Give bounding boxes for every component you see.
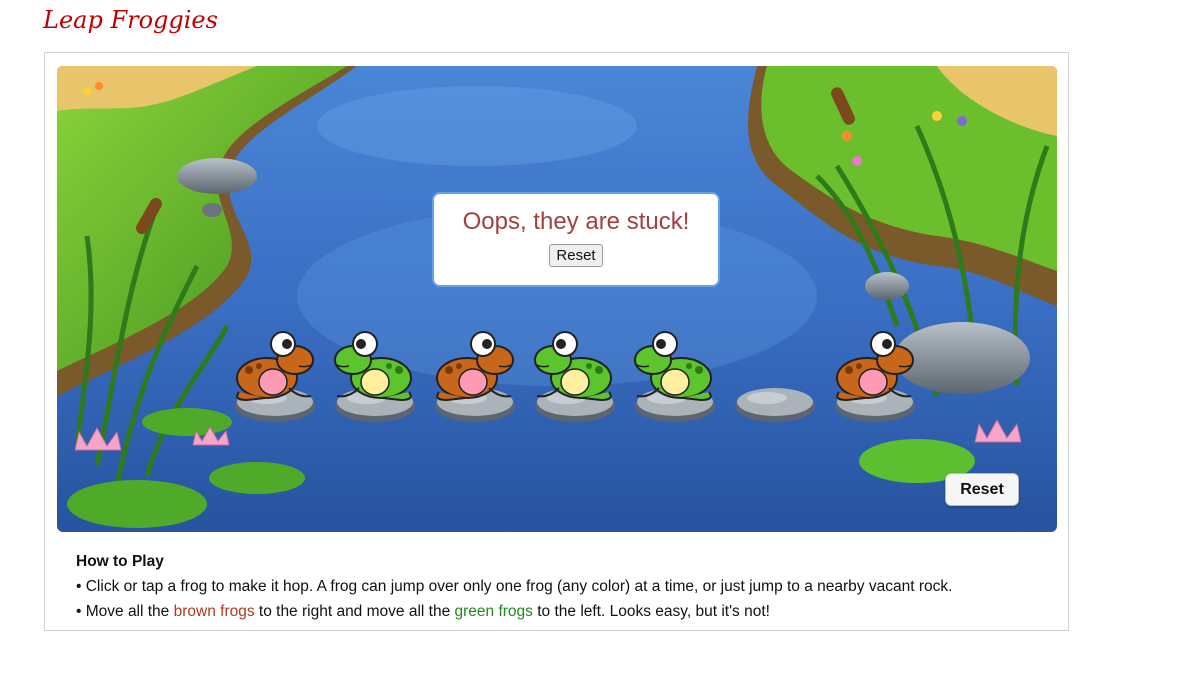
reset-button[interactable]: Reset (945, 473, 1019, 506)
brown-frogs-text: brown frogs (173, 603, 255, 620)
stone-rock (735, 388, 815, 422)
dialog-reset-button[interactable]: Reset (549, 244, 603, 267)
game-frame: Oops, they are stuck! Reset Reset How to… (44, 52, 1069, 631)
stone-2[interactable] (333, 326, 417, 426)
instruction-text: to the right and move all the (254, 603, 455, 620)
green-frog[interactable] (629, 326, 719, 406)
brown-frog[interactable] (229, 326, 319, 406)
stuck-message: Oops, they are stuck! (462, 208, 690, 235)
how-to-play: How to Play • Click or tap a frog to mak… (76, 549, 1056, 624)
brown-frog[interactable] (429, 326, 519, 406)
stone-3[interactable] (433, 326, 517, 426)
instruction-line-2: • Move all the brown frogs to the right … (76, 599, 1056, 624)
green-frog[interactable] (529, 326, 619, 406)
pond-scene (57, 66, 1057, 532)
stuck-dialog: Oops, they are stuck! Reset (432, 192, 720, 287)
stone-5[interactable] (633, 326, 717, 426)
stone-7[interactable] (833, 326, 917, 426)
green-frogs-text: green frogs (454, 603, 533, 620)
green-frog[interactable] (329, 326, 419, 406)
game-area: Oops, they are stuck! Reset Reset (57, 66, 1057, 532)
how-to-play-title: How to Play (76, 553, 164, 570)
instruction-text: • Move all the (76, 603, 174, 620)
page-title: Leap Froggies (43, 6, 218, 34)
instruction-line-1: • Click or tap a frog to make it hop. A … (76, 578, 953, 595)
stone-1[interactable] (233, 326, 317, 426)
stone-6[interactable] (733, 326, 817, 426)
brown-frog[interactable] (829, 326, 919, 406)
instruction-text: to the left. Looks easy, but it's not! (532, 603, 770, 620)
stone-4[interactable] (533, 326, 617, 426)
